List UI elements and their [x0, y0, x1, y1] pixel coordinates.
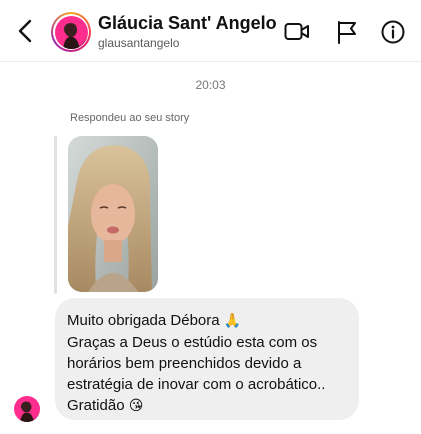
praying-hands-emoji: 🙏	[223, 313, 242, 329]
sender-avatar-image	[20, 401, 34, 422]
message-line: Gratidão 😘	[67, 395, 347, 417]
avatar-silhouette	[62, 22, 80, 49]
back-button[interactable]	[12, 17, 38, 45]
profile-avatar[interactable]	[51, 12, 91, 52]
info-icon	[381, 20, 405, 44]
message-timestamp: 20:03	[195, 78, 226, 92]
display-name: Gláucia Sant' Angelo	[98, 13, 277, 33]
message-text: Gratidão	[67, 397, 125, 414]
message-line: horários bem preenchidos devido a	[67, 355, 302, 372]
flag-icon	[338, 21, 356, 44]
video-call-icon	[284, 23, 309, 40]
message-bubble[interactable]: Muito obrigada Débora 🙏 Graças a Deus o …	[55, 298, 359, 420]
sender-avatar[interactable]	[14, 396, 40, 422]
story-photo	[68, 136, 158, 292]
message-line: Muito obrigada Débora 🙏	[67, 310, 347, 332]
chat-header: Gláucia Sant' Angelo glausantangelo	[0, 0, 421, 62]
back-icon	[18, 19, 32, 43]
video-call-button[interactable]	[284, 19, 310, 45]
dm-thread-screen: Gláucia Sant' Angelo glausantangelo 20:0…	[0, 0, 421, 434]
message-line: estratégia de inovar com o acrobático..	[67, 376, 326, 393]
report-flag-button[interactable]	[334, 19, 360, 45]
username: glausantangelo	[98, 36, 180, 50]
profile-name-block[interactable]: Gláucia Sant' Angelo glausantangelo	[98, 12, 277, 51]
message-line: Graças a Deus o estúdio esta com os	[67, 334, 318, 351]
message-text: Muito obrigada Débora	[67, 312, 220, 329]
story-thumbnail[interactable]	[68, 136, 158, 292]
kiss-emoji: 😘	[128, 398, 144, 414]
story-reply-label: Respondeu ao seu story	[70, 112, 190, 124]
info-button[interactable]	[380, 19, 406, 45]
avatar-image	[54, 15, 88, 49]
story-reply-bar	[54, 136, 57, 294]
